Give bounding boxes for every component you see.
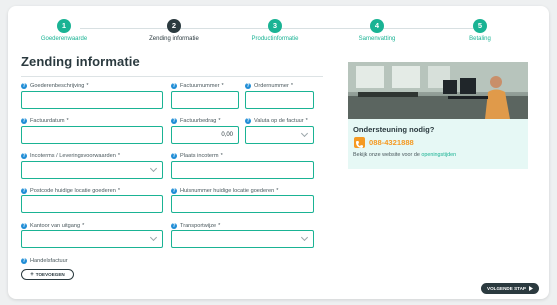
plaats-incoterm-input[interactable] [171,161,314,179]
step-productinformatie[interactable]: 3 Productinformatie [235,19,315,42]
factuurdatum-label: ? Factuurdatum * [21,118,69,124]
goederenbeschrijving-input[interactable] [21,91,163,109]
opening-hours-link[interactable]: openingstijden [421,152,456,158]
step-label: Betaling [469,36,491,42]
support-note: Bekijk onze website voor de openingstijd… [353,152,457,158]
handelsfactuur-label: ? Handelsfactuur [21,258,68,264]
step-number: 1 [57,19,71,33]
next-step-label: VOLGENDE STAP [487,286,526,291]
step-label: Samenvatting [358,36,396,42]
step-number: 3 [268,19,282,33]
support-phone-link[interactable]: 088-4321888 [369,138,414,147]
help-icon[interactable]: ? [21,83,27,89]
huisnummer-input[interactable] [171,195,314,213]
add-file-button[interactable]: + TOEVOEGEN [21,269,74,280]
next-step-button[interactable]: VOLGENDE STAP [481,283,539,294]
chevron-down-icon [300,233,309,242]
transportwijze-select[interactable] [171,230,314,248]
chevron-down-icon [149,164,158,173]
step-label: Goederenwaarde [40,36,88,42]
title-divider [21,76,323,77]
incoterms-select[interactable] [21,161,163,179]
support-photo [348,62,528,119]
factuurbedrag-label: ? Factuurbedrag * [171,118,221,124]
help-icon[interactable]: ? [171,83,177,89]
help-icon[interactable]: ? [171,118,177,124]
help-icon[interactable]: ? [245,118,251,124]
page-title: Zending informatie [21,54,140,69]
step-samenvatting[interactable]: 4 Samenvatting [337,19,417,42]
support-title: Ondersteuning nodig? [353,125,435,134]
help-icon[interactable]: ? [171,188,177,194]
help-icon[interactable]: ? [21,223,27,229]
incoterms-label: ? Incoterms / Leveringsvoorwaarden * [21,153,121,159]
help-icon[interactable]: ? [21,118,27,124]
kantoor-select[interactable] [21,230,163,248]
add-file-label: TOEVOEGEN [35,272,65,277]
factuurdatum-input[interactable] [21,126,163,144]
valuta-select[interactable] [245,126,314,144]
step-zending-informatie[interactable]: 2 Zending informatie [134,19,214,42]
factuurnummer-label: ? Factuurnummer * [171,83,224,89]
step-label: Productinformatie [251,36,299,42]
factuurbedrag-input[interactable]: 0,00 [171,126,239,144]
valuta-label: ? Valuta op de factuur * [245,118,308,124]
chevron-down-icon [149,233,158,242]
factuurbedrag-value: 0,00 [221,132,233,138]
postcode-input[interactable] [21,195,163,213]
plus-icon: + [30,271,34,278]
ordernummer-label: ? Ordernummer * [245,83,294,89]
step-number: 2 [167,19,181,33]
help-icon[interactable]: ? [21,153,27,159]
help-icon[interactable]: ? [171,223,177,229]
step-betaling[interactable]: 5 Betaling [440,19,520,42]
chevron-down-icon [300,129,309,138]
help-icon[interactable]: ? [21,188,27,194]
support-photo-illustration [348,62,528,119]
plaats-incoterm-label: ? Plaats incoterm * [171,153,223,159]
ordernummer-input[interactable] [245,91,314,109]
arrow-right-icon [528,285,533,292]
huisnummer-label: ? Huisnummer huidige locatie goederen * [171,188,279,194]
transportwijze-label: ? Transportwijze * [171,223,221,229]
kantoor-label: ? Kantoor van uitgang * [21,223,85,229]
goederenbeschrijving-label: ? Goederenbeschrijving * [21,83,89,89]
support-box: Ondersteuning nodig? 088-4321888 Bekijk … [348,119,528,169]
phone-icon [354,137,365,148]
help-icon[interactable]: ? [245,83,251,89]
postcode-label: ? Postcode huidige locatie goederen * [21,188,121,194]
factuurnummer-input[interactable] [171,91,239,109]
step-number: 5 [473,19,487,33]
help-icon[interactable]: ? [171,153,177,159]
step-number: 4 [370,19,384,33]
step-label: Zending informatie [149,36,199,42]
form-card: 1 Goederenwaarde 2 Zending informatie 3 … [8,6,549,299]
step-goederenwaarde[interactable]: 1 Goederenwaarde [24,19,104,42]
help-icon[interactable]: ? [21,258,27,264]
